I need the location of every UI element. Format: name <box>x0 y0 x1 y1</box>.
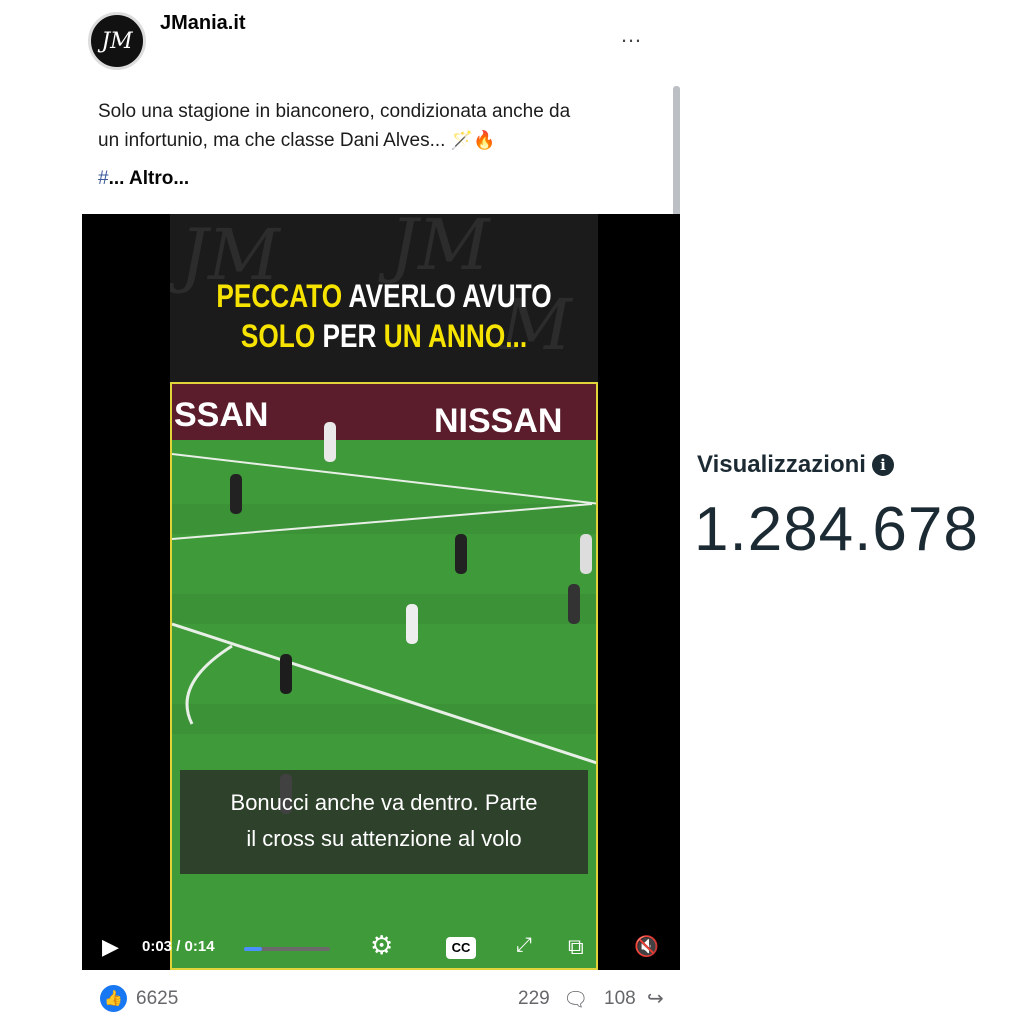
share-icon[interactable]: ↪ <box>647 986 664 1011</box>
comments-count[interactable]: 229 <box>518 988 550 1010</box>
player-figure <box>568 584 580 624</box>
play-icon[interactable]: ▶ <box>102 934 119 960</box>
likes-count[interactable]: 6625 <box>136 988 178 1010</box>
fullscreen-expand-icon[interactable]: ⤢ <box>516 934 532 957</box>
overlay-word: PER <box>315 318 384 354</box>
muted-speaker-icon[interactable]: 🔇 <box>634 934 659 959</box>
overlay-word: AVERLO AVUTO <box>342 278 552 314</box>
video-subtitles: Bonucci anche va dentro. Parte il cross … <box>180 770 588 874</box>
duration: 0:14 <box>184 938 215 955</box>
avatar[interactable]: JM <box>88 12 146 70</box>
progress-bar[interactable] <box>244 947 330 951</box>
overlay-word: UN ANNO... <box>383 318 528 354</box>
views-label-text: Visualizzazioni <box>697 451 866 478</box>
caption-line-2-text: un infortunio, ma che classe Dani Alves.… <box>98 130 446 151</box>
caption-line-1: Solo una stagione in bianconero, condizi… <box>98 101 571 122</box>
video-controls: ▶ 0:03 / 0:14 ⚙ CC ⤢ ⧉ 🔇 <box>82 926 680 970</box>
player-figure <box>280 654 292 694</box>
pitch-lines <box>172 453 596 765</box>
comment-icon[interactable]: 🗨 <box>563 987 588 1012</box>
caption-line-2: un infortunio, ma che classe Dani Alves.… <box>98 126 670 155</box>
page-name-link[interactable]: JMania.it <box>160 12 246 35</box>
wand-fire-emoji: 🪄🔥 <box>450 130 496 150</box>
shares-count[interactable]: 108 <box>604 988 636 1010</box>
info-icon[interactable]: i <box>871 454 894 476</box>
post-header: JM JMania.it … <box>82 0 680 86</box>
views-label: Visualizzazioni i <box>697 451 894 479</box>
video-overlay-title: PECCATO AVERLO AVUTO SOLO PER UN ANNO... <box>209 276 560 356</box>
post-caption: Solo una stagione in bianconero, condizi… <box>98 97 670 155</box>
more-options-icon[interactable]: … <box>620 22 643 48</box>
subtitle-line-1: Bonucci anche va dentro. Parte <box>230 790 538 815</box>
hashtag-link[interactable]: # <box>98 168 109 189</box>
progress-fill <box>244 947 263 951</box>
player-figure <box>455 534 467 574</box>
player-figure <box>406 604 418 644</box>
player-figure <box>230 474 242 514</box>
time-display: 0:03 / 0:14 <box>142 938 215 955</box>
current-time: 0:03 <box>142 938 173 955</box>
subtitle-line-2: il cross su attenzione al volo <box>246 826 522 851</box>
player-figure <box>580 534 592 574</box>
overlay-word: SOLO <box>240 318 316 354</box>
time-separator: / <box>172 938 185 955</box>
like-reaction-icon[interactable]: 👍 <box>100 985 127 1012</box>
hashtag-row: #... Altro... <box>98 168 189 190</box>
see-more-link[interactable]: ... Altro... <box>109 168 190 189</box>
football-pitch-scene: SSAN NISSAN <box>170 382 598 970</box>
captions-icon[interactable]: CC <box>446 937 476 959</box>
picture-in-picture-icon[interactable]: ⧉ <box>568 934 584 960</box>
views-value: 1.284.678 <box>694 495 979 564</box>
overlay-word: PECCATO <box>216 278 343 314</box>
player-figure <box>324 422 336 462</box>
video-player[interactable]: JM JM M PECCATO AVERLO AVUTO SOLO PER UN… <box>82 214 680 970</box>
video-frame[interactable]: JM JM M PECCATO AVERLO AVUTO SOLO PER UN… <box>170 214 598 970</box>
settings-gear-icon[interactable]: ⚙ <box>370 930 393 961</box>
